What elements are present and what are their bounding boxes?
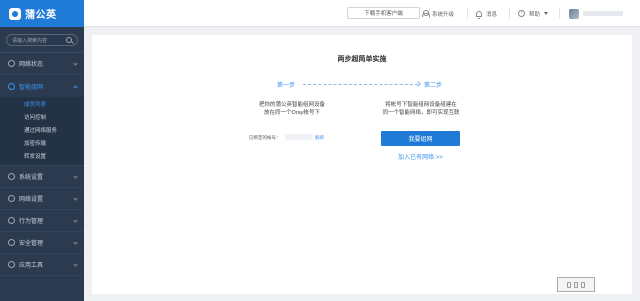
submenu-item-forwarding[interactable]: 转发设置 <box>0 149 84 162</box>
step-two-desc-line-1: 将帐号下智能组网设备组建在 <box>385 102 457 108</box>
submenu-item-access-control[interactable]: 访问控制 <box>0 110 84 123</box>
bound-account-label: 已绑定的帐号： <box>249 135 281 140</box>
system-upgrade-label: 系统升级 <box>432 11 455 18</box>
sidebar-item-label: 安全管理 <box>19 241 44 247</box>
chevron-up-icon <box>73 85 78 90</box>
networking-guide-card: 两步超简单实施 第一步 第二步 把你的蒲公英智能组网设备 放在同一个Oray帐号… <box>92 35 632 294</box>
search-icon[interactable] <box>66 37 72 43</box>
top-bar: 下载手机客户端 系统升级 消息 ? 帮助 <box>84 0 640 27</box>
submenu-item-encryption[interactable]: 加密传输 <box>0 136 84 149</box>
sidebar-item-label: 应用工具 <box>19 263 44 269</box>
app-tools-icon <box>8 261 15 268</box>
sidebar-item-label: 网络设置 <box>19 197 44 203</box>
watermark-stamp <box>557 277 595 292</box>
help-icon: ? <box>518 10 525 17</box>
sidebar-item-label: 智能组网 <box>19 84 44 91</box>
unbind-link[interactable]: 解绑 <box>315 135 324 141</box>
smart-networking-icon <box>8 82 15 90</box>
step-arrow <box>303 84 418 85</box>
bell-icon <box>476 10 482 19</box>
system-upgrade-button[interactable]: 系统升级 <box>422 0 454 27</box>
sidebar-item-label: 网络状态 <box>19 62 44 68</box>
submenu-item-network-services[interactable]: 通过网络服务 <box>0 123 84 136</box>
help-label: 帮助 <box>529 11 541 18</box>
messages-label: 消息 <box>486 11 498 18</box>
join-existing-network-link[interactable]: 加入已有网络 >> <box>381 152 460 161</box>
chevron-down-icon <box>73 262 78 267</box>
sidebar-item-network-settings[interactable]: 网络设置 <box>0 188 84 210</box>
chevron-down-icon <box>73 240 78 245</box>
submenu-item-members[interactable]: 成员列表 <box>0 97 84 110</box>
chevron-down-icon <box>73 61 78 66</box>
divider <box>509 8 510 19</box>
step-two-desc-line-2: 同一个智能网络，即可实现互联 <box>382 110 460 116</box>
app-name: 蒲公英 <box>25 10 57 21</box>
chevron-down-icon <box>73 174 78 179</box>
step-two-label: 第二步 <box>424 83 443 89</box>
step-one-desc-line-1: 把你的蒲公英智能组网设备 <box>258 102 325 108</box>
step-one-description: 把你的蒲公英智能组网设备 放在同一个Oray帐号下 <box>232 101 352 117</box>
help-button[interactable]: ? 帮助 <box>518 0 549 27</box>
chevron-down-icon <box>73 196 78 201</box>
dandelion-logo-icon <box>9 7 21 20</box>
network-status-icon <box>8 60 15 67</box>
page-title: 两步超简单实施 <box>337 56 387 63</box>
system-settings-icon <box>8 173 15 180</box>
caret-down-icon <box>544 12 549 15</box>
user-icon <box>422 10 430 17</box>
account-menu[interactable] <box>569 0 623 27</box>
divider <box>467 8 468 19</box>
step-two-description: 将帐号下智能组网设备组建在 同一个智能网络，即可实现互联 <box>367 101 475 117</box>
account-name-redacted <box>583 11 623 16</box>
smart-networking-submenu: 成员列表 访问控制 通过网络服务 加密传输 转发设置 <box>0 97 84 166</box>
step-one-label: 第一步 <box>277 83 296 89</box>
search-input[interactable]: 请输入搜索内容 <box>12 37 47 44</box>
divider <box>559 8 560 19</box>
sidebar-item-app-tools[interactable]: 应用工具 <box>0 254 84 276</box>
chevron-down-icon <box>73 218 78 223</box>
app-logo[interactable]: 蒲公英 <box>0 0 84 27</box>
shield-icon <box>8 239 15 246</box>
sidebar-item-smart-networking[interactable]: 智能组网 <box>0 75 84 97</box>
bound-account-value-redacted <box>285 134 313 140</box>
create-network-button[interactable]: 我要组网 <box>381 131 460 146</box>
sidebar-item-system-settings[interactable]: 系统设置 <box>0 166 84 188</box>
sidebar-item-behavior-management[interactable]: 行为管理 <box>0 210 84 232</box>
sidebar-item-security-management[interactable]: 安全管理 <box>0 232 84 254</box>
avatar <box>569 8 579 19</box>
sidebar-item-label: 系统设置 <box>19 175 44 181</box>
download-client-button[interactable]: 下载手机客户端 <box>347 7 420 19</box>
sidebar: 蒲公英 请输入搜索内容 网络状态 智能组网 成员列表 访问控制 通过网络服务 加… <box>0 0 84 301</box>
behavior-management-icon <box>8 217 15 224</box>
messages-button[interactable]: 消息 <box>476 0 497 27</box>
sidebar-search[interactable]: 请输入搜索内容 <box>6 34 78 46</box>
step-one-desc-line-2: 放在同一个Oray帐号下 <box>264 110 320 116</box>
network-settings-icon <box>8 195 15 202</box>
sidebar-item-network-status[interactable]: 网络状态 <box>0 53 84 75</box>
sidebar-item-label: 行为管理 <box>19 219 44 225</box>
